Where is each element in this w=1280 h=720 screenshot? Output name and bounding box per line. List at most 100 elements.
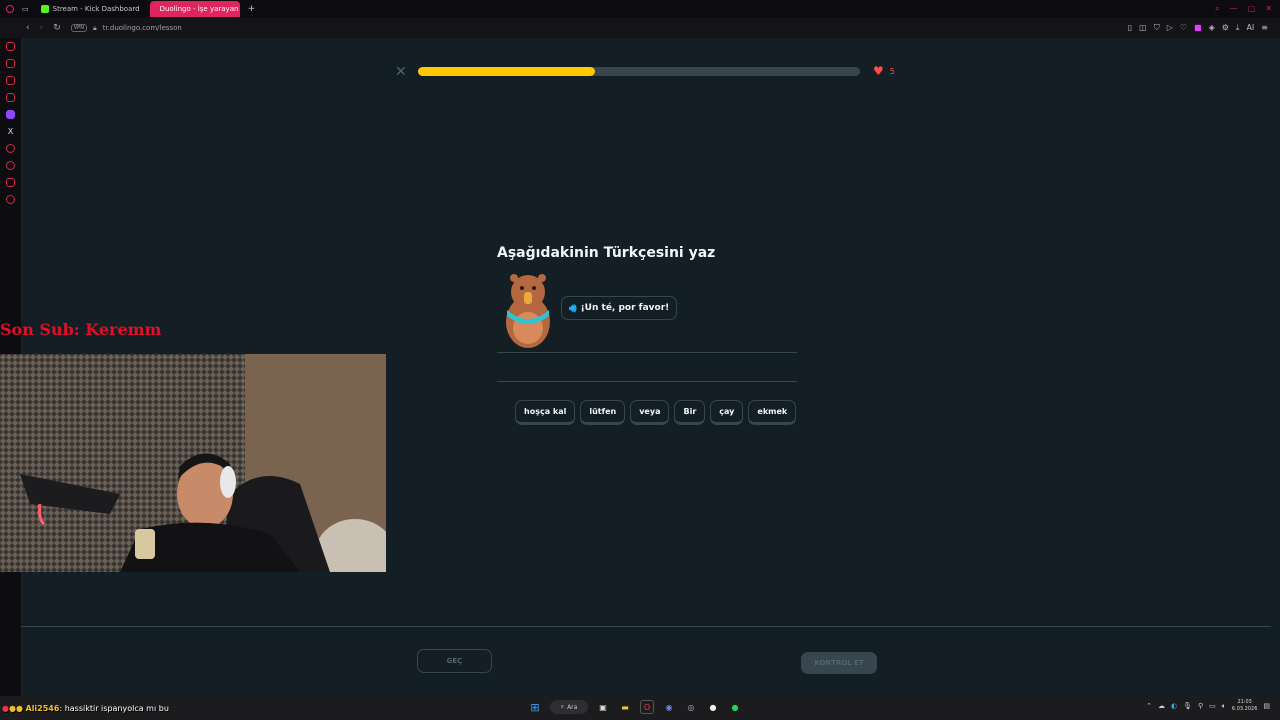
shield-icon[interactable]: ⛉ — [1154, 23, 1160, 33]
word-bank: hoşça kal lütfen veya Bir çay ekmek — [515, 400, 797, 425]
check-button[interactable]: KONTROL ET — [801, 652, 877, 674]
steam-icon[interactable]: ◎ — [684, 700, 698, 714]
sidebar-music-icon[interactable] — [6, 144, 15, 153]
speaker-icon[interactable]: 🔊︎ — [569, 301, 577, 316]
skip-button[interactable]: GEÇ — [417, 649, 492, 673]
forward-icon[interactable]: › — [40, 23, 44, 33]
word-bank-tile[interactable]: veya — [630, 400, 670, 425]
notifications-icon[interactable]: ▤ — [1263, 702, 1270, 710]
answer-line-bottom — [497, 381, 797, 382]
taskbar-search[interactable]: ⌕ Ara — [550, 700, 588, 714]
task-view-icon[interactable]: ▣ — [596, 700, 610, 714]
tab-overview-icon[interactable]: ▭ — [22, 5, 29, 13]
sidebar-twitch-icon[interactable] — [6, 110, 15, 119]
clock[interactable]: 21:03 6.03.2026 — [1232, 699, 1257, 713]
source-sentence[interactable]: ¡Un té, por favor! — [581, 303, 670, 313]
chat-text: : hassiktir ispanyolca mı bu — [59, 704, 169, 713]
sidebar-messenger-icon[interactable] — [6, 76, 15, 85]
address-bar: ‹ › ↻ VPN 🔒︎ tr.duolingo.com/lesson ▯ ◫ … — [0, 18, 1280, 38]
kick-favicon-icon — [40, 5, 49, 13]
opera-logo-icon[interactable] — [6, 5, 14, 13]
reload-icon[interactable]: ↻ — [53, 23, 61, 33]
search-icon: ⌕ — [560, 703, 565, 710]
close-window-icon[interactable]: ✕ — [1265, 4, 1272, 14]
stream-chat-message: ●●● Ali2546: hassiktir ispanyolca mı bu — [2, 704, 169, 713]
sidebar-crypto-icon[interactable] — [6, 59, 15, 68]
tab-duolingo[interactable]: Duolingo - İşe yarayan de — [149, 1, 240, 17]
footer-divider — [21, 626, 1271, 627]
taskbar-apps: ⊞ ⌕ Ara ▣ ▬ O ◉ ◎ ● ● — [528, 700, 742, 714]
sidebar-x-icon[interactable]: X — [6, 127, 15, 136]
exercise-prompt: Aşağıdakinin Türkçesini yaz — [497, 245, 716, 261]
minimize-icon[interactable]: — — [1230, 4, 1238, 14]
microphone-icon[interactable]: 🎙︎ — [1183, 702, 1192, 710]
vpn-tray-icon[interactable]: ⚲ — [1198, 702, 1203, 710]
menu-icon[interactable]: ≡ — [1261, 23, 1268, 33]
word-bank-tile[interactable]: çay — [710, 400, 744, 425]
sidebar-ai-icon[interactable] — [6, 42, 15, 51]
spotify-icon[interactable]: ● — [728, 700, 742, 714]
volume-icon[interactable]: 🔈︎ — [1222, 702, 1226, 711]
sidebar-instagram-icon[interactable] — [6, 93, 15, 102]
search-tabs-icon[interactable]: ⌕ — [1215, 4, 1219, 14]
hearts-count: 5 — [889, 66, 895, 76]
tab-kick-dashboard[interactable]: Stream - Kick Dashboard — [35, 1, 146, 17]
window-controls[interactable]: ⌕ — ▢ ✕ — [1215, 4, 1272, 14]
heart-icon: ♥ — [873, 64, 884, 78]
file-explorer-icon[interactable]: ▬ — [618, 700, 632, 714]
webcam-feed — [0, 354, 386, 572]
clock-date: 6.03.2026 — [1231, 706, 1258, 712]
maximize-icon[interactable]: ▢ — [1248, 4, 1256, 14]
word-bank-tile[interactable]: lütfen — [580, 400, 626, 425]
chat-badge-icon: ●● — [8, 704, 23, 713]
browser-tab-bar: ▭ Stream - Kick Dashboard Duolingo - İşe… — [0, 0, 1280, 18]
bookmark-icon[interactable]: ▯ — [1128, 23, 1132, 33]
puzzle-icon[interactable]: ⚙ — [1222, 23, 1229, 33]
word-bank-tile[interactable]: Bir — [674, 400, 706, 425]
word-bank-tile[interactable]: ekmek — [748, 400, 797, 425]
tray-expand-icon[interactable]: ⌃ — [1146, 702, 1152, 710]
chat-username: Ali2546 — [25, 704, 60, 713]
hearts-counter: ♥ 5 — [873, 64, 895, 78]
bear-character-icon — [506, 274, 550, 348]
browser-toolbar: ▯ ◫ ⛉ ▷ ♡ ■ ◈ ⚙ ⤓ AI ≡ — [1128, 23, 1268, 33]
sidebar-history-icon[interactable] — [6, 161, 15, 170]
close-lesson-icon[interactable]: ✕ — [395, 64, 407, 80]
cloud-icon[interactable]: ☁ — [1158, 702, 1165, 710]
network-app-icon[interactable]: ◐ — [1171, 702, 1177, 710]
download-icon[interactable]: ⤓ — [1236, 23, 1240, 33]
sidebar-extensions-icon[interactable] — [6, 178, 15, 187]
snapshot-icon[interactable]: ◫ — [1139, 23, 1147, 33]
lesson-progress-bar — [418, 67, 860, 76]
back-icon[interactable]: ‹ — [26, 23, 30, 33]
tab-label: Stream - Kick Dashboard — [52, 5, 140, 13]
system-tray: ⌃ ☁ ◐ 🎙︎ ⚲ ▭ 🔈︎ 21:03 6.03.2026 ▤ — [1146, 699, 1270, 713]
lesson-progress-fill — [418, 67, 595, 76]
url-text[interactable]: tr.duolingo.com/lesson — [103, 24, 182, 32]
vpn-badge[interactable]: VPN — [70, 24, 87, 32]
nav-buttons: ‹ › ↻ — [26, 23, 61, 33]
heart-outline-icon[interactable]: ♡ — [1180, 23, 1187, 33]
last-sub-overlay: Son Sub: Keremm — [0, 320, 162, 339]
answer-line-top — [497, 352, 797, 353]
play-icon[interactable]: ▷ — [1167, 23, 1173, 33]
clock-time: 21:03 — [1237, 699, 1252, 705]
obs-icon[interactable]: ● — [706, 700, 720, 714]
taskbar-search-label: Ara — [567, 703, 578, 711]
tab-label: Duolingo - İşe yarayan de — [159, 5, 240, 13]
webcam-image — [0, 354, 386, 572]
lock-icon: 🔒︎ — [92, 23, 97, 32]
display-icon[interactable]: ▭ — [1209, 702, 1216, 710]
sentence-bubble[interactable]: 🔊︎ ¡Un té, por favor! — [561, 296, 678, 320]
extension-icon[interactable]: ■ — [1194, 23, 1202, 33]
ai-button[interactable]: AI — [1246, 23, 1254, 33]
sidebar-settings-icon[interactable] — [6, 195, 15, 204]
chat-badges-icon: ● — [2, 704, 9, 713]
windows-start-icon[interactable]: ⊞ — [528, 700, 542, 714]
wallet-icon[interactable]: ◈ — [1209, 23, 1215, 33]
opera-icon[interactable]: O — [640, 700, 654, 714]
new-tab-button[interactable]: + — [248, 4, 256, 14]
discord-icon[interactable]: ◉ — [662, 700, 676, 714]
windows-taskbar: ⊞ ⌕ Ara ▣ ▬ O ◉ ◎ ● ● ⌃ ☁ ◐ 🎙︎ ⚲ ▭ 🔈︎ 21… — [0, 696, 1280, 720]
word-bank-tile[interactable]: hoşça kal — [515, 400, 576, 425]
